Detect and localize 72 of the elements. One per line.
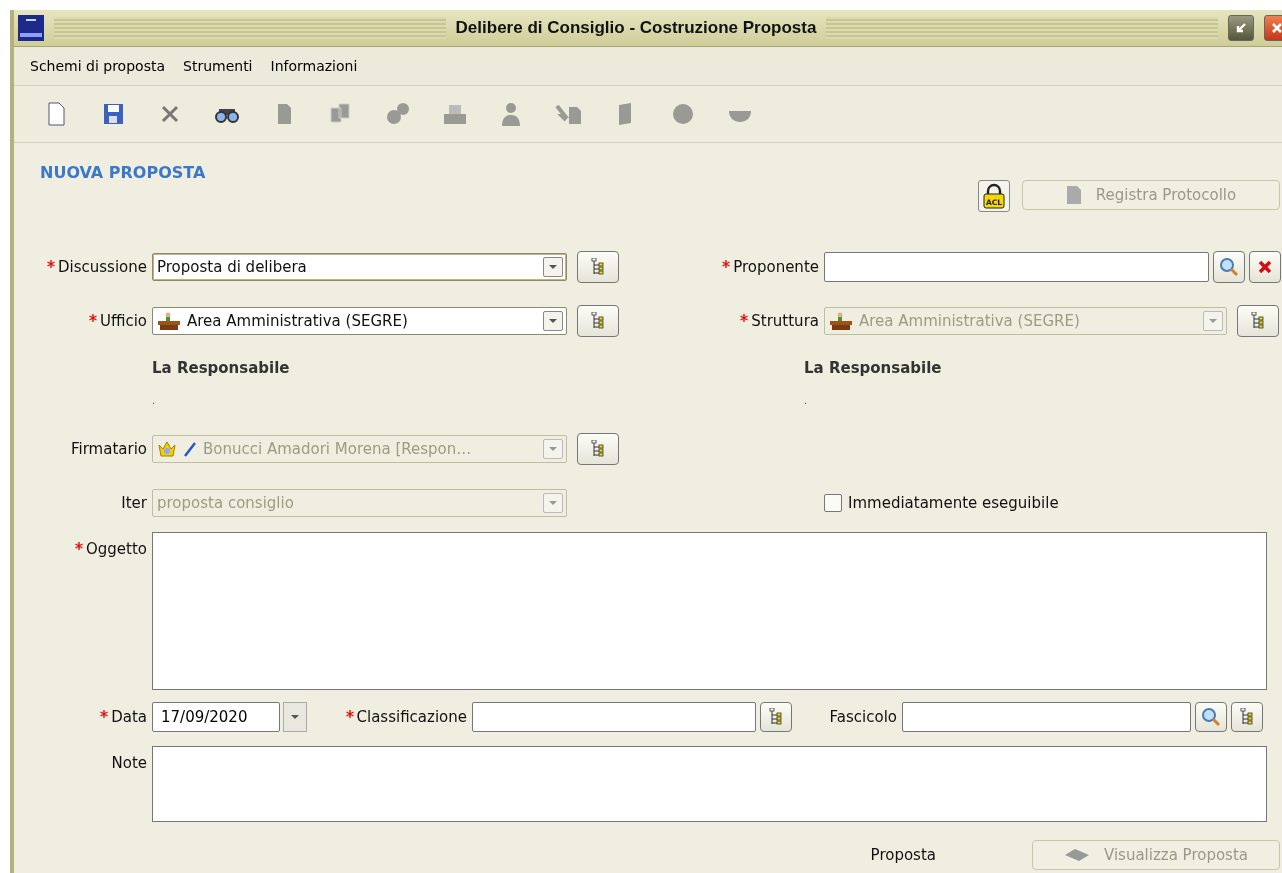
dropdown-field[interactable]: Proposta di delibera xyxy=(152,253,567,281)
field-label: Ufficio xyxy=(99,312,147,330)
tree-button[interactable] xyxy=(760,702,792,732)
tree-button[interactable] xyxy=(1237,305,1279,337)
tree-button[interactable] xyxy=(577,433,619,465)
field-label: Discussione xyxy=(58,258,147,276)
tree-icon xyxy=(591,312,605,330)
close-icon xyxy=(1257,259,1273,275)
menu-item[interactable]: Informazioni xyxy=(266,56,362,76)
dropdown-button[interactable] xyxy=(543,257,563,277)
file-field[interactable] xyxy=(902,702,1191,732)
field-value: proposta consiglio xyxy=(157,494,295,512)
menu-item[interactable]: Schemi di proposta xyxy=(26,56,169,76)
checkbox[interactable] xyxy=(824,494,842,512)
desk-icon xyxy=(157,311,181,331)
field-value: Area Amministrativa (SEGRE) xyxy=(187,312,409,330)
field-label: Fascicolo xyxy=(829,708,897,726)
field-label: Oggetto xyxy=(85,540,147,558)
tree-icon xyxy=(769,708,783,726)
field-label: Classificazione xyxy=(356,708,467,726)
crown-icon xyxy=(157,440,177,458)
dropdown-field[interactable]: Area Amministrativa (SEGRE) xyxy=(152,307,567,335)
field-label: Note xyxy=(111,754,147,772)
field-label: Firmatario xyxy=(71,440,147,458)
caret-icon xyxy=(548,264,558,270)
field-value: Bonucci Amadori Morena [Respon… xyxy=(203,440,473,458)
close-icon xyxy=(1270,21,1282,35)
search-button[interactable] xyxy=(1213,251,1245,283)
caret-icon xyxy=(548,318,558,324)
manager-title: La Responsabile xyxy=(804,359,942,377)
tree-icon xyxy=(1251,312,1265,330)
date-dropdown-button[interactable] xyxy=(283,702,307,732)
tree-icon xyxy=(591,258,605,276)
subject-field[interactable] xyxy=(152,532,1267,690)
app-logo-icon xyxy=(18,15,44,41)
restore-icon xyxy=(1234,21,1248,35)
field-label: Proponente xyxy=(733,258,819,276)
tree-icon xyxy=(591,440,605,458)
menu-item[interactable]: Strumenti xyxy=(179,56,257,76)
clear-button[interactable] xyxy=(1249,251,1281,283)
field-label: Iter xyxy=(121,494,147,512)
manager-name: . xyxy=(804,395,808,406)
search-icon xyxy=(1219,257,1239,277)
pen-icon xyxy=(183,441,197,457)
window-title: Delibere di Consiglio - Costruzione Proposta xyxy=(455,18,817,38)
tree-icon xyxy=(1240,708,1254,726)
search-button[interactable] xyxy=(1195,702,1227,732)
field-label: Struttura xyxy=(751,312,819,330)
caret-icon xyxy=(548,446,558,452)
document-icon xyxy=(1065,185,1082,205)
tree-button[interactable] xyxy=(1231,702,1263,732)
notes-field[interactable] xyxy=(152,746,1267,822)
field-label: Data xyxy=(111,708,147,726)
field-value: Area Amministrativa (SEGRE) xyxy=(859,312,1081,330)
desk-icon xyxy=(829,311,853,331)
dropdown-button[interactable] xyxy=(543,311,563,331)
date-field[interactable]: 17/09/2020 xyxy=(152,702,280,732)
caret-icon xyxy=(290,714,300,720)
caret-icon xyxy=(1208,318,1218,324)
field-value: Proposta di delibera xyxy=(157,258,308,276)
classification-field[interactable] xyxy=(472,702,756,732)
tree-button[interactable] xyxy=(577,251,619,283)
caret-icon xyxy=(548,500,558,506)
search-icon xyxy=(1201,707,1221,727)
section-heading: NUOVA PROPOSTA xyxy=(40,163,206,182)
manager-name: . xyxy=(152,395,156,406)
restore-button[interactable] xyxy=(1228,15,1254,41)
tree-button[interactable] xyxy=(577,305,619,337)
manager-title: La Responsabile xyxy=(152,359,290,377)
proponente-field[interactable] xyxy=(824,252,1209,282)
checkbox-label: Immediatamente eseguibile xyxy=(848,494,1059,512)
proposal-label: Proposta xyxy=(870,846,936,864)
